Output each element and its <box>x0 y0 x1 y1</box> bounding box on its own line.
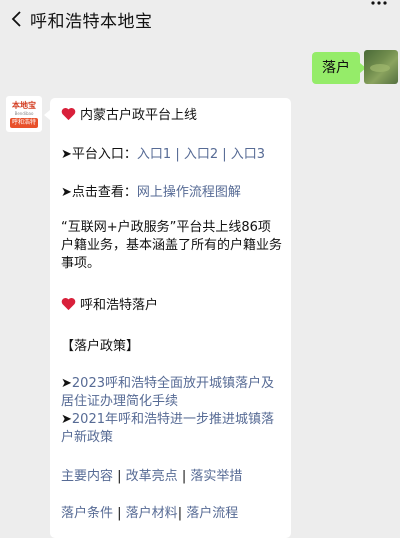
nav-link-materials[interactable]: 落户材料 <box>126 506 178 521</box>
back-icon[interactable] <box>8 9 26 29</box>
section-title-text: 呼和浩特落户 <box>80 298 159 313</box>
nav-link-process[interactable]: 落户流程 <box>186 506 238 521</box>
separator: | <box>218 147 231 162</box>
arrow-icon: ➤ <box>61 376 72 391</box>
view-guide-row: ➤点击查看：网上操作流程图解 <box>61 184 241 202</box>
view-prefix: ➤点击查看： <box>61 185 137 200</box>
user-avatar[interactable] <box>364 50 398 84</box>
nav-link-conditions[interactable]: 落户条件 <box>61 506 113 521</box>
nav-row-2: 落户条件 | 落户材料| 落户流程 <box>61 505 238 523</box>
view-guide-link[interactable]: 网上操作流程图解 <box>137 185 241 200</box>
nav-row-1: 主要内容 | 改革亮点 | 落实举措 <box>61 468 242 486</box>
nav-link-measures[interactable]: 落实举措 <box>190 469 242 484</box>
reply-message-card: 内蒙古户政平台上线 ➤平台入口：入口1 | 入口2 | 入口3 ➤点击查看：网上… <box>44 98 291 538</box>
policy-link-1[interactable]: 2023呼和浩特全面放开城镇落户及居住证办理简化手续 <box>61 376 274 409</box>
nav-link-main-content[interactable]: 主要内容 <box>61 469 113 484</box>
policy-link-item-1: ➤2023呼和浩特全面放开城镇落户及居住证办理简化手续 <box>61 375 283 411</box>
section-title-text: 内蒙古户政平台上线 <box>80 108 198 123</box>
heart-icon <box>61 107 76 121</box>
entry-link-1[interactable]: 入口1 <box>137 147 171 162</box>
separator: | <box>113 506 126 521</box>
separator: | <box>171 147 184 162</box>
avatar-logo-text: 本地宝 <box>12 101 36 110</box>
platform-entry-row: ➤平台入口：入口1 | 入口2 | 入口3 <box>61 146 265 164</box>
section-title-platform: 内蒙古户政平台上线 <box>61 107 197 125</box>
nav-link-highlights[interactable]: 改革亮点 <box>126 469 178 484</box>
avatar-logo-band: 呼和浩特 <box>10 118 38 128</box>
heart-icon <box>61 297 76 311</box>
policy-link-2[interactable]: 2021年呼和浩特进一步推进城镇落户新政策 <box>61 412 274 445</box>
policy-link-item-2: ➤2021年呼和浩特进一步推进城镇落户新政策 <box>61 411 283 447</box>
separator: | <box>113 469 126 484</box>
chat-title: 呼和浩特本地宝 <box>30 12 153 32</box>
more-options-icon[interactable] <box>370 0 388 12</box>
separator: | <box>177 506 187 521</box>
avatar-logo-subtext: Bendibao <box>14 111 34 116</box>
separator: | <box>177 469 191 484</box>
policy-header: 【落户政策】 <box>61 339 140 354</box>
entry-link-2[interactable]: 入口2 <box>184 147 218 162</box>
bot-avatar[interactable]: 本地宝 Bendibao 呼和浩特 <box>6 96 42 132</box>
chat-header: 呼和浩特本地宝 <box>0 0 400 40</box>
arrow-icon: ➤ <box>61 412 72 427</box>
outgoing-message-bubble[interactable]: 落户 <box>312 52 366 84</box>
section-title-settlement: 呼和浩特落户 <box>61 297 158 315</box>
entry-link-3[interactable]: 入口3 <box>231 147 265 162</box>
entry-prefix: ➤平台入口： <box>61 147 137 162</box>
platform-description: “互联网+户政服务”平台共上线86项户籍业务，基本涵盖了所有的户籍业务事项。 <box>61 220 283 271</box>
